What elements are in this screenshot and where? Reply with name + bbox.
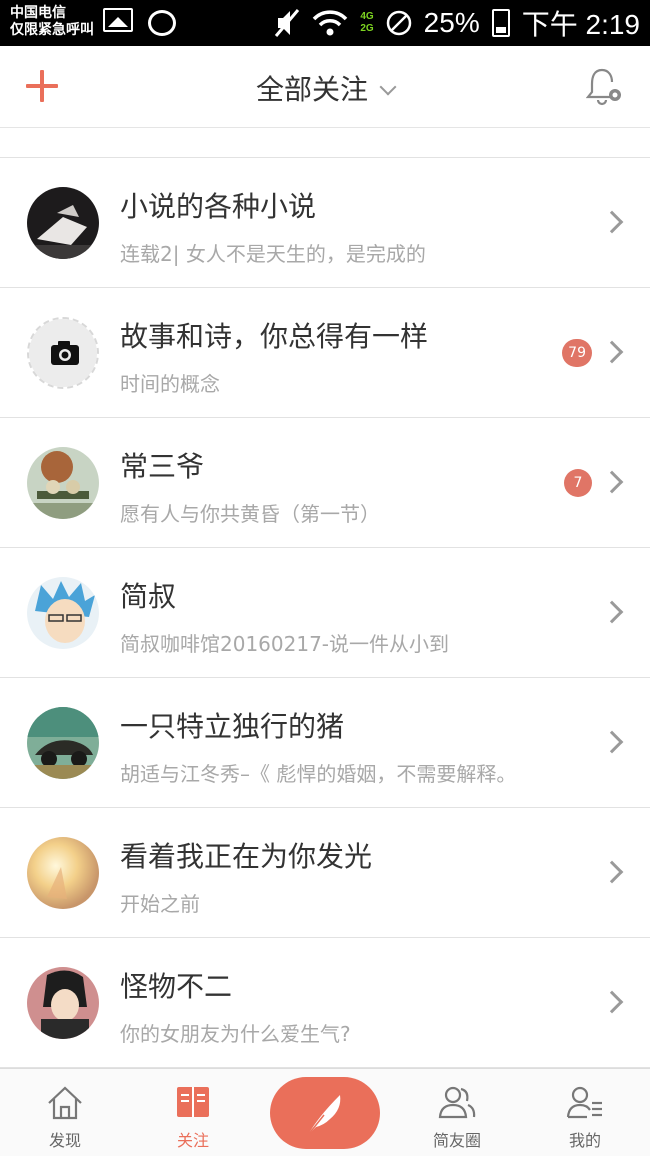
avatar: [27, 967, 99, 1039]
follow-filter-dropdown[interactable]: 全部关注: [0, 68, 650, 108]
tab-label: 发现: [48, 1131, 81, 1150]
avatar: [27, 187, 99, 259]
list-item-title: 故事和诗，你总得有一样: [120, 320, 429, 353]
home-icon: [48, 1086, 82, 1120]
signal-icon: 4G 2G: [360, 11, 373, 35]
list-item[interactable]: 怪物不二 你的女朋友为什么爱生气?: [0, 938, 650, 1068]
list-item-title: 常三爷: [120, 450, 205, 483]
avatar: [27, 837, 99, 909]
no-sim-icon: [386, 10, 411, 36]
unread-badge: 79: [562, 339, 592, 367]
image-notification-icon: [103, 8, 133, 32]
avatar: [27, 707, 99, 779]
list-item-subtitle: 愿有人与你共黄昏（第一节）: [120, 502, 380, 526]
subscription-list: 小说的各种小说 连载2| 女人不是天生的，是完成的 故事和诗，你总得有一样 时间…: [0, 158, 650, 1068]
list-item-subtitle: 你的女朋友为什么爱生气?: [120, 1022, 351, 1046]
avatar: [27, 317, 99, 389]
tab-mine[interactable]: 我的: [520, 1069, 650, 1156]
battery-icon: [491, 9, 510, 37]
status-bar: 中国电信 仅限紧急呼叫 4G 2G 25% 下午 2:19: [0, 0, 650, 46]
chevron-right-icon: [600, 340, 624, 364]
list-item-subtitle: 简叔咖啡馆20160217-说一件从小到: [120, 632, 450, 656]
list-item[interactable]: 一只特立独行的猪 胡适与江冬秀–《 彪悍的婚姻，不需要解释。: [0, 678, 650, 808]
list-item-title: 看着我正在为你发光: [120, 840, 373, 873]
list-item-title: 怪物不二: [120, 970, 233, 1003]
music-notification-icon: [148, 10, 176, 36]
list-item-title: 一只特立独行的猪: [120, 710, 345, 743]
network-2g-label: 2G: [360, 23, 374, 34]
battery-percent: 25%: [423, 7, 480, 38]
list-item[interactable]: 常三爷 愿有人与你共黄昏（第一节） 7: [0, 418, 650, 548]
tab-label: 关注: [176, 1131, 209, 1150]
tab-friends[interactable]: 简友圈: [392, 1069, 522, 1156]
list-item-title: 简叔: [120, 580, 177, 613]
profile-icon: [566, 1086, 602, 1119]
write-article-button[interactable]: [270, 1077, 380, 1149]
notification-settings-icon[interactable]: [586, 66, 624, 106]
unread-badge: 7: [564, 469, 592, 497]
clock: 下午 2:19: [521, 9, 640, 40]
friends-icon: [438, 1086, 476, 1119]
carrier-text: 中国电信 仅限紧急呼叫: [10, 5, 94, 39]
tab-follow[interactable]: 关注: [128, 1069, 258, 1156]
tab-label: 简友圈: [432, 1131, 481, 1150]
chevron-right-icon: [600, 990, 624, 1014]
network-4g-label: 4G: [360, 11, 374, 22]
chevron-right-icon: [600, 470, 624, 494]
list-item-subtitle: 开始之前: [120, 892, 200, 916]
tab-label: 我的: [568, 1131, 601, 1150]
chevron-down-icon: [379, 78, 397, 96]
avatar: [27, 447, 99, 519]
list-item[interactable]: 简叔 简叔咖啡馆20160217-说一件从小到: [0, 548, 650, 678]
chevron-right-icon: [600, 600, 624, 624]
top-nav-bar: 全部关注: [0, 46, 650, 128]
mute-icon: [275, 9, 300, 37]
page-title: 全部关注: [255, 73, 368, 106]
list-item[interactable]: 看着我正在为你发光 开始之前: [0, 808, 650, 938]
wifi-icon: [313, 10, 348, 36]
chevron-right-icon: [600, 730, 624, 754]
list-item-subtitle: 时间的概念: [120, 372, 220, 396]
list-item[interactable]: 小说的各种小说 连载2| 女人不是天生的，是完成的: [0, 158, 650, 288]
tab-discover[interactable]: 发现: [0, 1069, 130, 1156]
list-item-title: 小说的各种小说: [120, 190, 317, 223]
chevron-right-icon: [600, 210, 624, 234]
list-item[interactable]: 故事和诗，你总得有一样 时间的概念 79: [0, 288, 650, 418]
avatar: [27, 577, 99, 649]
list-item-subtitle: 连载2| 女人不是天生的，是完成的: [120, 242, 426, 266]
carrier-status: 仅限紧急呼叫: [10, 22, 94, 38]
chevron-right-icon: [600, 860, 624, 884]
carrier-name: 中国电信: [10, 5, 66, 21]
quill-icon: [307, 1095, 341, 1136]
book-icon: [177, 1087, 209, 1117]
camera-icon: [29, 319, 97, 387]
list-item-subtitle: 胡适与江冬秀–《 彪悍的婚姻，不需要解释。: [120, 762, 517, 786]
partial-list-item: [0, 128, 650, 158]
